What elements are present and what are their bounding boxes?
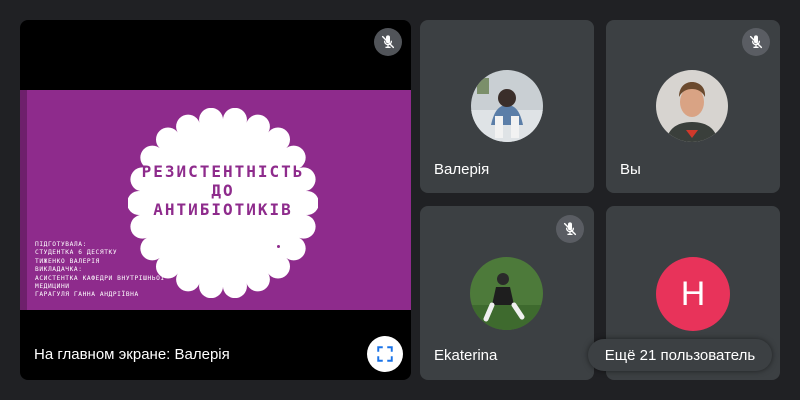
slide-credit-line: ПІДГОТУВАЛА: <box>35 241 87 248</box>
slide-title-line: РЕЗИСТЕНТНІСТЬ <box>141 162 305 181</box>
avatar <box>470 257 543 330</box>
participant-tile[interactable]: Валерія <box>420 20 594 193</box>
slide-credit-line: ТИЖЕНКО ВАЛЕРІЯ <box>35 257 100 265</box>
slide-scallop <box>199 108 224 132</box>
slide-scallop <box>281 236 306 261</box>
more-participants-button[interactable]: Ещё 21 пользователь <box>588 339 772 371</box>
slide-side-strip <box>20 90 27 310</box>
slide-scallop <box>176 114 201 139</box>
fullscreen-button[interactable] <box>367 336 403 372</box>
avatar <box>656 70 728 142</box>
avatar <box>471 70 543 142</box>
slide-credit-line: АСИСТЕНТКА КАФЕДРИ ВНУТРІШНЬОЇ <box>35 274 165 282</box>
slide-credits: ПІДГОТУВАЛА: СТУДЕНТКА 6 ДЕСЯТКУ ТИЖЕНКО… <box>35 241 225 300</box>
slide-scallop <box>222 274 247 298</box>
fullscreen-icon <box>377 346 393 362</box>
slide-title-line: АНТИБІОТИКІВ <box>153 200 293 219</box>
slide-scallop <box>245 267 270 292</box>
presentation-label: На главном экране: Валерія <box>34 346 230 363</box>
slide-credit-line: ГАРАГУЛЯ ГАННА АНДРІЇВНА <box>35 291 139 299</box>
participant-tile-self[interactable]: Вы <box>606 20 780 193</box>
slide-dot-mark <box>277 245 280 248</box>
mic-off-icon <box>749 35 763 49</box>
mic-off-icon <box>381 35 395 49</box>
slide-scallop <box>266 254 291 279</box>
slide-credit-line: ВИКЛАДАЧКА: <box>35 266 83 274</box>
participant-photo-image <box>656 70 728 142</box>
slide-scallop <box>266 127 291 152</box>
presentation-tile[interactable]: РЕЗИСТЕНТНІСТЬ ДО АНТИБІОТИКІВ ПІДГОТУВА… <box>20 20 411 380</box>
participant-photo-image <box>471 70 543 142</box>
participant-name: Ekaterina <box>434 347 498 364</box>
presentation-slide: РЕЗИСТЕНТНІСТЬ ДО АНТИБІОТИКІВ ПІДГОТУВА… <box>20 90 411 310</box>
avatar-letter: H <box>656 257 730 331</box>
muted-indicator <box>742 28 770 56</box>
participant-name: Вы <box>620 161 641 178</box>
presenter-muted-indicator <box>374 28 402 56</box>
slide-scallop <box>245 114 270 139</box>
slide-title: РЕЗИСТЕНТНІСТЬ ДО АНТИБІОТИКІВ <box>135 162 311 219</box>
participant-tile[interactable]: Ekaterina <box>420 206 594 380</box>
participant-name: Валерія <box>434 161 490 178</box>
slide-title-line: ДО <box>211 181 235 200</box>
mic-off-icon <box>563 222 577 236</box>
muted-indicator <box>556 215 584 243</box>
slide-scallop <box>222 108 247 132</box>
participant-photo-image <box>470 257 543 330</box>
slide-scallop <box>155 127 180 152</box>
slide-credit-line: СТУДЕНТКА 6 ДЕСЯТКУ <box>35 249 118 257</box>
